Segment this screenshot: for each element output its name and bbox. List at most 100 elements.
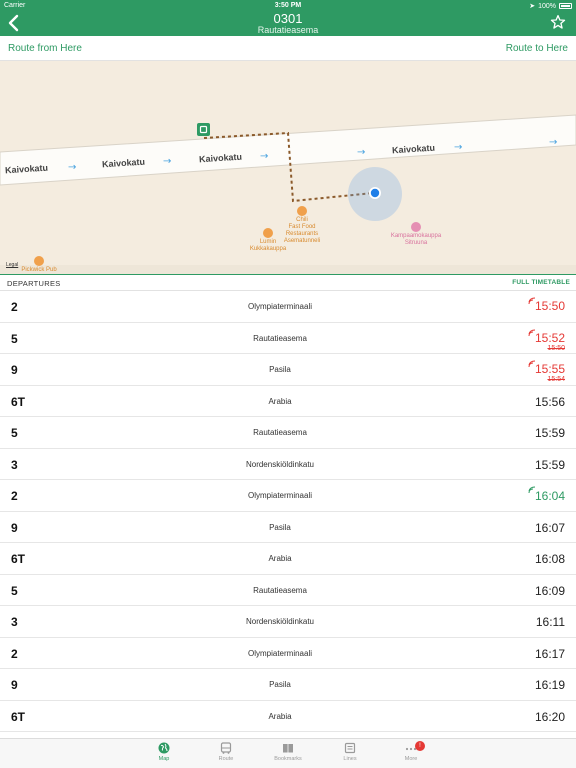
destination: Olympiaterminaali xyxy=(247,491,313,500)
departure-time: 16:20 xyxy=(534,709,565,724)
departure-row[interactable]: 2 Olympiaterminaali 15:50 xyxy=(0,291,576,323)
salon-poi-icon[interactable] xyxy=(411,222,421,232)
battery-icon xyxy=(559,3,572,9)
departure-time: 16:19 xyxy=(534,678,565,692)
tab-route[interactable]: Route xyxy=(206,742,246,762)
realtime-signal-icon xyxy=(528,329,536,336)
tab-map-label: Map xyxy=(158,756,170,762)
departure-row[interactable]: 3 Nordenskiöldinkatu 16:11 xyxy=(0,606,576,638)
departure-row[interactable]: 2 Olympiaterminaali 16:17 xyxy=(0,638,576,669)
departure-row[interactable]: 6T Arabia 16:08 xyxy=(0,543,576,575)
book-icon xyxy=(283,744,293,753)
tab-bookmarks[interactable]: Bookmarks xyxy=(268,742,308,762)
tram-icon xyxy=(344,742,356,754)
realtime-signal-icon xyxy=(528,360,536,368)
destination: Nordenskiöldinkatu xyxy=(245,459,315,469)
departure-row[interactable]: 6T Arabia 15:56 xyxy=(0,386,576,417)
location-arrow-icon: ➤ xyxy=(529,3,536,10)
departure-row[interactable]: 2 Olympiaterminaali 16:04 xyxy=(0,480,576,512)
stop-name: Rautatieasema xyxy=(257,25,319,35)
departure-time: 16:09 xyxy=(534,583,565,598)
realtime-signal-icon xyxy=(528,297,536,305)
line-number: 9 xyxy=(11,678,18,692)
departures-list[interactable]: 2 Olympiaterminaali 15:50 5 Rautatieasema 15:… xyxy=(0,291,576,732)
departure-time: 15:50 xyxy=(534,299,565,313)
shop-poi-icon[interactable] xyxy=(263,228,273,238)
stop-marker[interactable] xyxy=(197,123,210,136)
departure-row[interactable]: 9 Pasila 16:07 xyxy=(0,512,576,543)
departure-row[interactable]: 5 Rautatieasema 16:09 xyxy=(0,575,576,606)
tab-lines-label: Lines xyxy=(343,756,357,762)
destination: Arabia xyxy=(268,396,292,406)
departure-time: 16:08 xyxy=(534,552,565,566)
destination: Arabia xyxy=(268,554,292,563)
departure-time: 16:04 xyxy=(534,489,565,503)
destination: Pasila xyxy=(269,680,291,689)
pub-poi-icon[interactable] xyxy=(34,256,44,266)
route-bar: Route from Here Route to Here xyxy=(0,36,576,61)
line-number: 2 xyxy=(11,300,18,314)
departure-row[interactable]: 6T Arabia 16:20 xyxy=(0,701,576,732)
pub-poi-label: Pickwick Pub xyxy=(21,267,57,273)
line-number: 9 xyxy=(11,520,18,535)
tab-lines[interactable]: Lines xyxy=(330,742,370,762)
bus-icon xyxy=(220,742,232,754)
departure-time: 15:56 xyxy=(534,394,565,409)
scheduled-time-struck: 15:54 xyxy=(547,376,565,383)
departure-time: 16:17 xyxy=(534,646,565,661)
line-number: 3 xyxy=(11,615,18,629)
departure-time: 16:07 xyxy=(534,520,565,535)
tab-map[interactable]: Map xyxy=(144,742,184,762)
full-timetable-button[interactable]: FULL TIMETABLE xyxy=(512,279,570,286)
destination: Olympiaterminaali xyxy=(247,648,313,658)
svg-text:→: → xyxy=(549,137,557,148)
svg-text:→: → xyxy=(357,147,365,158)
street-band xyxy=(0,114,576,186)
realtime-signal-icon xyxy=(528,486,536,494)
departures-header: DEPARTURES FULL TIMETABLE xyxy=(0,274,576,291)
line-number: 5 xyxy=(11,426,18,440)
status-time: 3:50 PM xyxy=(274,2,302,9)
svg-text:→: → xyxy=(454,142,462,153)
tab-route-label: Route xyxy=(218,756,234,762)
departures-title: DEPARTURES xyxy=(7,279,61,288)
lumin-poi-label: Lumin Kukkakauppa xyxy=(249,239,287,252)
map-legal-link[interactable]: Legal xyxy=(6,262,18,268)
line-number: 2 xyxy=(11,489,18,503)
notification-badge: ! xyxy=(415,741,425,751)
line-number: 6T xyxy=(11,394,26,409)
status-right: ➤ 100% xyxy=(529,2,572,10)
tab-more-label: More xyxy=(404,756,418,762)
line-number: 5 xyxy=(11,331,18,346)
departure-row[interactable]: 3 Nordenskiöldinkatu 15:59 xyxy=(0,449,576,480)
scheduled-time-struck: 15:50 xyxy=(547,344,565,352)
departure-time: 15:59 xyxy=(534,426,565,440)
departure-time: 16:11 xyxy=(535,615,565,629)
map-view[interactable]: → → → → → → Kaivokatu Kaivokatu Kaivokat… xyxy=(0,61,576,274)
line-number: 9 xyxy=(11,363,18,377)
departure-row[interactable]: 9 Pasila 15:55 15:54 xyxy=(0,354,576,386)
star-icon[interactable] xyxy=(550,14,566,30)
battery-percent: 100% xyxy=(538,2,556,10)
restaurant-poi-icon[interactable] xyxy=(297,206,307,216)
navigation-bar: Carrier 3:50 PM ➤ 100% 0301 Rautatieasem… xyxy=(0,0,576,36)
globe-icon xyxy=(158,742,170,754)
departure-time: 15:59 xyxy=(534,457,565,472)
departure-row[interactable]: 9 Pasila 16:19 xyxy=(0,669,576,701)
departure-row[interactable]: 5 Rautatieasema 15:59 xyxy=(0,417,576,449)
destination: Rautatieasema xyxy=(253,428,307,437)
destination: Arabia xyxy=(268,711,292,721)
destination: Rautatieasema xyxy=(253,333,307,343)
stop-code: 0301 xyxy=(273,11,303,26)
departure-row[interactable]: 5 Rautatieasema 15:52 15:50 xyxy=(0,323,576,354)
route-from-here-button[interactable]: Route from Here xyxy=(8,43,82,54)
line-number: 5 xyxy=(11,583,18,598)
kampaamo-poi-label: Kampaamokauppa Sitruuna xyxy=(390,233,442,246)
route-to-here-button[interactable]: Route to Here xyxy=(506,43,568,54)
user-location-dot xyxy=(370,188,380,198)
line-number: 6T xyxy=(11,709,26,724)
tab-more[interactable]: ! More xyxy=(391,741,431,762)
svg-text:→: → xyxy=(68,162,76,173)
svg-text:→: → xyxy=(260,151,268,162)
departure-time: 15:52 xyxy=(534,330,565,345)
